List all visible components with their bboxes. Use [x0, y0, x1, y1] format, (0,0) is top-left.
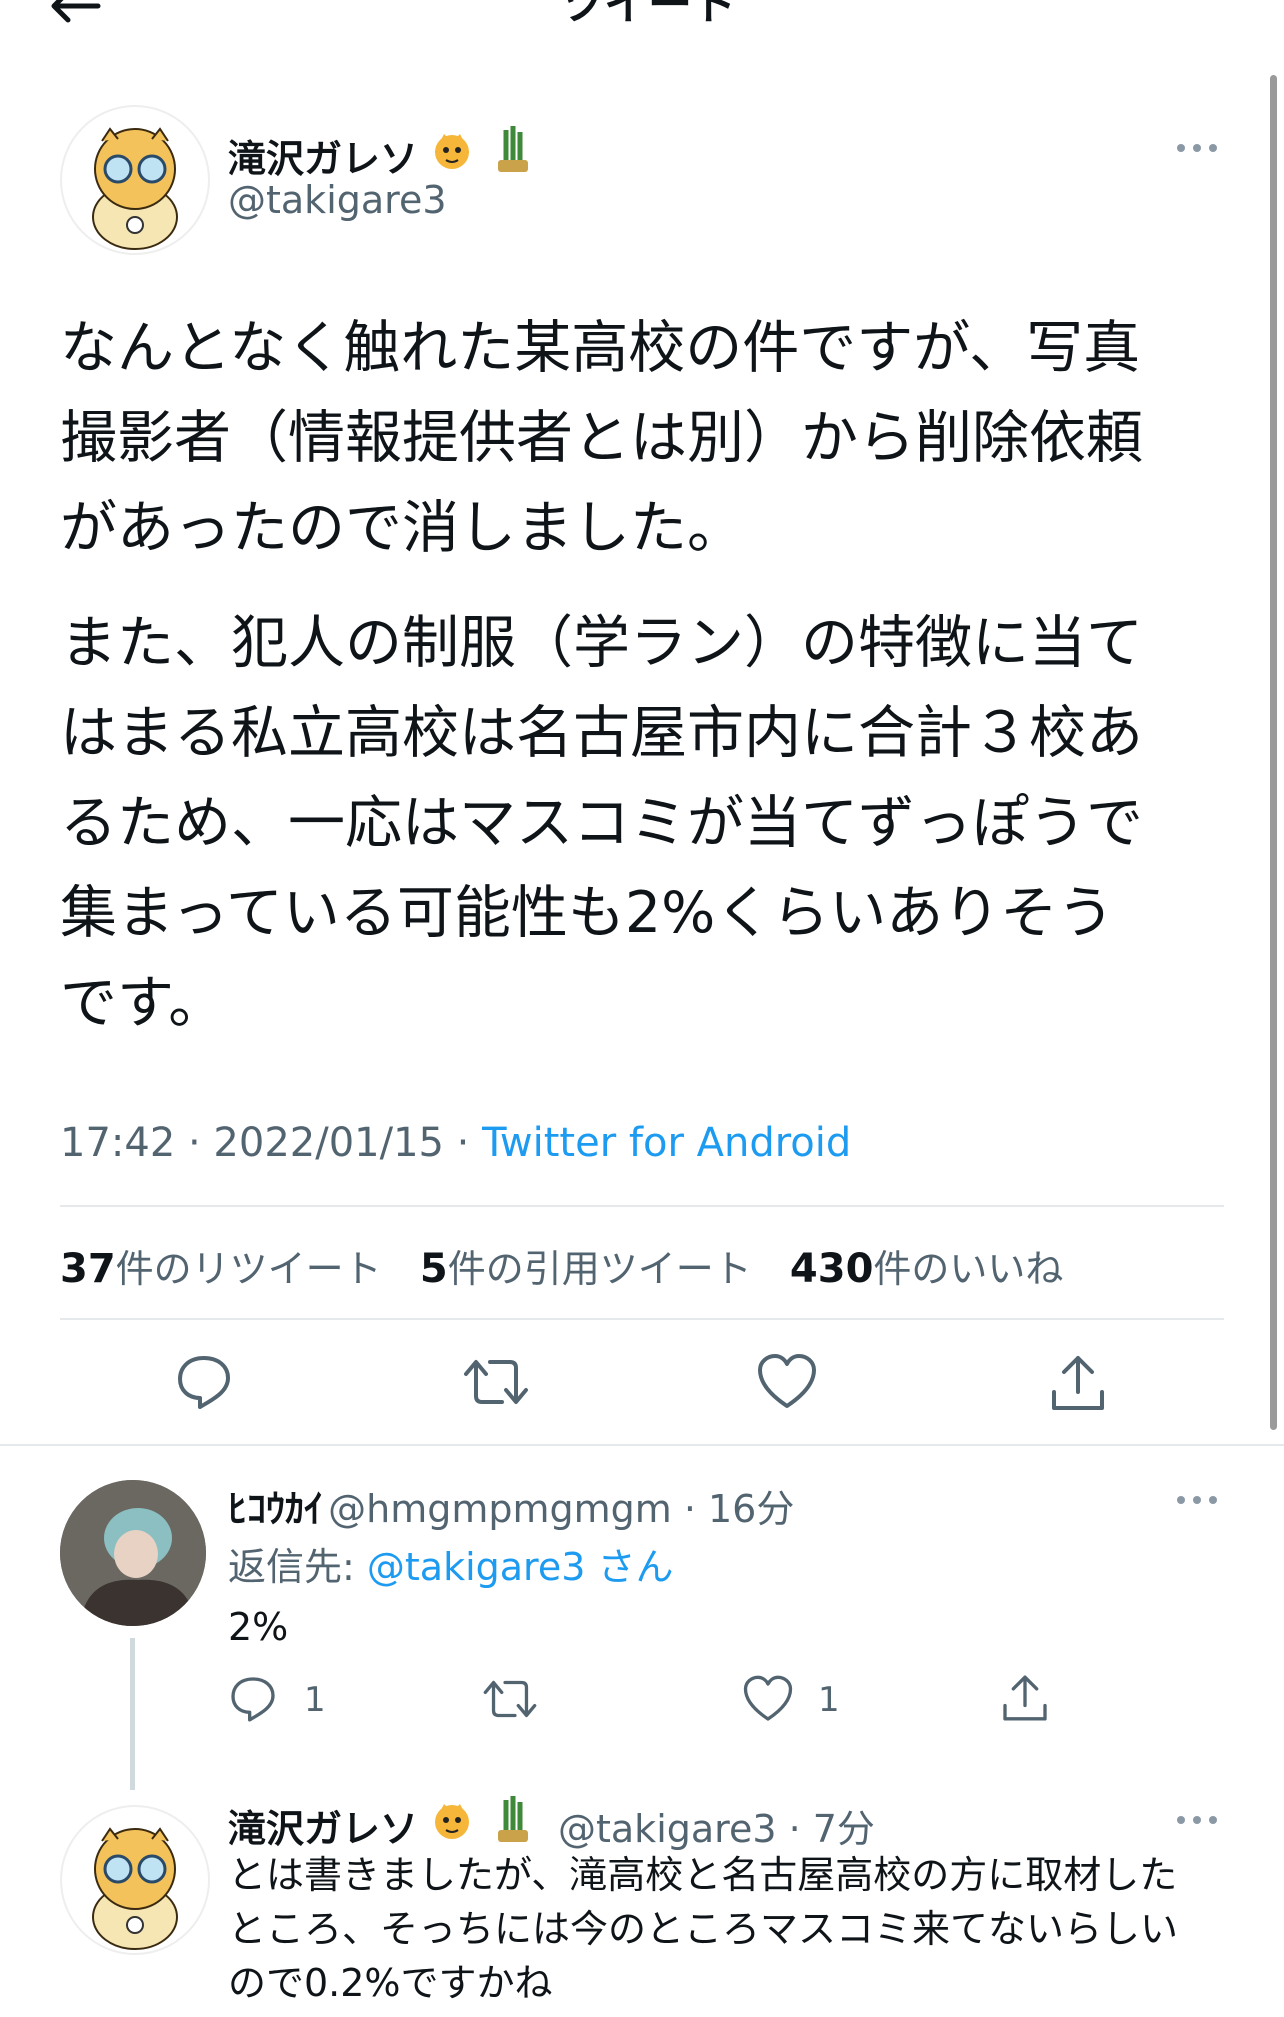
tiger-emoji-icon — [430, 1798, 474, 1842]
quotes-stat[interactable]: 5件の引用ツイート — [420, 1246, 752, 1292]
like-icon[interactable] — [756, 1352, 818, 1412]
tweet-body-paragraph-2: また、犯人の制服（学ラン）の特徴に当て はまる私立高校は名古屋市内に合計３校あ … — [60, 610, 1143, 1036]
reply-1-text: 2% — [228, 1605, 289, 1649]
reply-author-handle[interactable]: @hmgmpmgmgm · 16分 — [328, 1487, 794, 1531]
reply-count: 1 — [304, 1680, 326, 1720]
reply-avatar[interactable] — [60, 1805, 210, 1955]
share-icon[interactable] — [1000, 1672, 1050, 1724]
author-name[interactable]: 滝沢ガレソ — [228, 128, 418, 183]
tiger-emoji-icon — [430, 128, 474, 172]
page-title: ツイート — [560, 0, 736, 30]
back-arrow-icon[interactable] — [46, 0, 106, 26]
more-icon[interactable] — [1175, 1492, 1219, 1508]
divider — [60, 1205, 1224, 1207]
retweets-stat[interactable]: 37件のリツイート — [60, 1246, 382, 1292]
like-icon[interactable] — [742, 1674, 794, 1724]
divider — [0, 1444, 1284, 1446]
like-count: 1 — [818, 1680, 840, 1720]
kadomatsu-icon — [492, 1792, 534, 1846]
reply-icon[interactable] — [228, 1674, 278, 1724]
retweet-icon[interactable] — [482, 1674, 538, 1724]
tweet-body-paragraph-1: なんとなく触れた某高校の件ですが、写真 撮影者（情報提供者とは別）から削除依頼 … — [60, 315, 1143, 561]
more-icon[interactable] — [1175, 140, 1219, 156]
share-icon[interactable] — [1048, 1352, 1108, 1414]
author-handle[interactable]: @takigare3 — [228, 178, 447, 222]
reply-author-name[interactable]: ﾋｺｳｶｲ — [228, 1487, 323, 1531]
tweet-timestamp[interactable]: 17:42 · 2022/01/15 · — [60, 1120, 482, 1166]
reply-to-user-link[interactable]: @takigare3 — [367, 1545, 586, 1589]
reply-avatar[interactable] — [60, 1480, 206, 1626]
thread-line — [130, 1638, 135, 1790]
tweet-source-link[interactable]: Twitter for Android — [482, 1120, 851, 1166]
reply-2-text: とは書きましたが、滝高校と名古屋高校の方に取材した ところ、そっちには今のところ… — [228, 1853, 1179, 2005]
reply-icon[interactable] — [174, 1352, 234, 1412]
reply-author-name[interactable]: 滝沢ガレソ — [228, 1807, 418, 1851]
author-avatar[interactable] — [60, 105, 210, 255]
tweet-stats-row: 37件のリツイート 5件の引用ツイート 430件のいいね — [60, 1238, 1063, 1293]
retweet-icon[interactable] — [462, 1352, 530, 1412]
reply-to-line: 返信先: @takigare3 さん — [228, 1545, 674, 1589]
reply-1-header: ﾋｺｳｶｲ @hmgmpmgmgm · 16分 — [228, 1478, 794, 1533]
likes-stat[interactable]: 430件のいいね — [790, 1246, 1064, 1292]
more-icon[interactable] — [1175, 1812, 1219, 1828]
reply-author-handle[interactable]: @takigare3 · 7分 — [558, 1798, 875, 1853]
reply-2-header: 滝沢ガレソ — [228, 1798, 418, 1853]
divider — [60, 1318, 1224, 1320]
kadomatsu-icon — [492, 122, 534, 176]
scrollbar[interactable] — [1270, 75, 1277, 1430]
tweet-timestamp-row: 17:42 · 2022/01/15 · Twitter for Android — [60, 1120, 851, 1166]
